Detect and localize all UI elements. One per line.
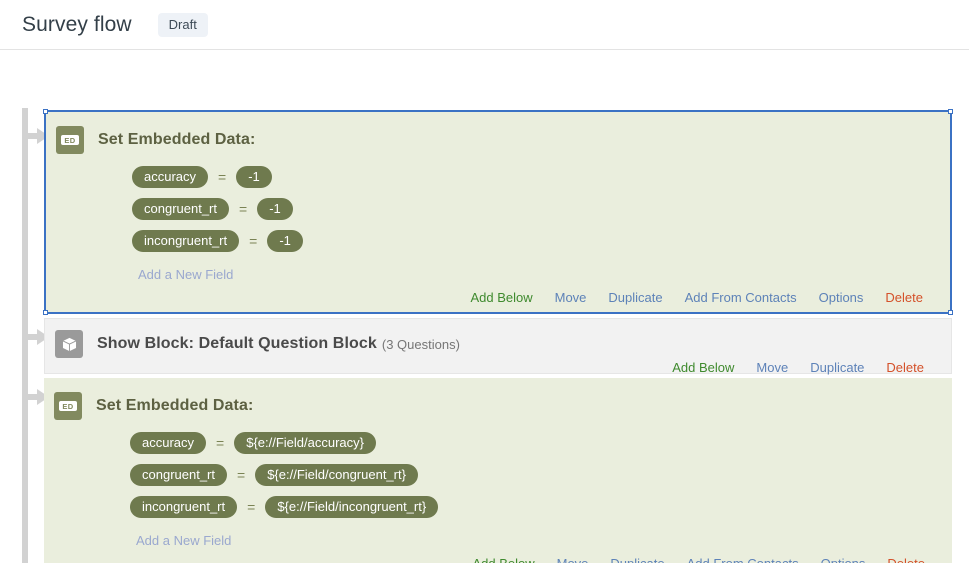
field-value-pill[interactable]: ${e://Field/congruent_rt} <box>255 464 418 486</box>
status-badge: Draft <box>157 12 208 37</box>
ed-icon: ED <box>54 392 82 420</box>
action-add-below[interactable]: Add Below <box>472 556 534 563</box>
action-add-below[interactable]: Add Below <box>470 290 532 305</box>
element-header: ED Set Embedded Data: <box>46 112 950 154</box>
flow-arrow-icon-3 <box>24 389 49 405</box>
page-title: Survey flow <box>22 12 132 36</box>
element-header: Show Block: Default Question Block (3 Qu… <box>45 319 951 358</box>
equals-sign: = <box>247 499 256 515</box>
ed-icon: ED <box>56 126 84 154</box>
equals-sign: = <box>249 233 258 249</box>
action-move[interactable]: Move <box>555 290 587 305</box>
action-add-from-contacts[interactable]: Add From Contacts <box>685 290 797 305</box>
field-name-pill[interactable]: incongruent_rt <box>132 230 240 252</box>
resize-handle-bottom-left[interactable] <box>43 310 48 315</box>
field-value-pill[interactable]: ${e://Field/incongruent_rt} <box>265 496 439 518</box>
element-title: Set Embedded Data: <box>98 131 256 148</box>
equals-sign: = <box>239 201 248 217</box>
action-delete[interactable]: Delete <box>886 360 924 375</box>
action-add-from-contacts[interactable]: Add From Contacts <box>687 556 799 563</box>
embedded-data-field-row[interactable]: accuracy = ${e://Field/accuracy} <box>130 430 952 456</box>
flow-element-embedded-data-1[interactable]: ED Set Embedded Data: accuracy = -1 cong… <box>43 109 953 316</box>
field-value-pill[interactable]: ${e://Field/accuracy} <box>234 432 377 454</box>
element-question-count: (3 Questions) <box>381 336 460 352</box>
field-name-pill[interactable]: congruent_rt <box>132 198 229 220</box>
field-name-pill[interactable]: accuracy <box>130 432 207 454</box>
action-duplicate[interactable]: Duplicate <box>810 360 864 375</box>
cube-icon <box>55 330 83 358</box>
survey-flow-canvas: ED Set Embedded Data: accuracy = -1 cong… <box>0 50 969 563</box>
embedded-data-field-row[interactable]: incongruent_rt = -1 <box>132 228 950 254</box>
embedded-data-field-list: accuracy = ${e://Field/accuracy} congrue… <box>44 420 952 550</box>
element-actions: Add Below Move Duplicate Add From Contac… <box>46 284 950 316</box>
action-duplicate[interactable]: Duplicate <box>610 556 664 563</box>
add-new-field-link[interactable]: Add a New Field <box>138 267 233 282</box>
element-title: Show Block: Default Question Block <box>97 335 377 352</box>
action-move[interactable]: Move <box>756 360 788 375</box>
element-header: ED Set Embedded Data: <box>44 378 952 420</box>
field-value-pill[interactable]: -1 <box>236 166 272 188</box>
equals-sign: = <box>237 467 246 483</box>
page-header: Survey flow Draft <box>0 0 969 50</box>
embedded-data-field-row[interactable]: congruent_rt = ${e://Field/congruent_rt} <box>130 462 952 488</box>
flow-element-embedded-data-2[interactable]: ED Set Embedded Data: accuracy = ${e://F… <box>44 378 952 563</box>
resize-handle-bottom-right[interactable] <box>948 310 953 315</box>
action-move[interactable]: Move <box>557 556 589 563</box>
add-new-field-link[interactable]: Add a New Field <box>136 533 231 548</box>
embedded-data-field-list: accuracy = -1 congruent_rt = -1 incongru… <box>46 154 950 284</box>
element-title: Set Embedded Data: <box>96 397 254 414</box>
action-duplicate[interactable]: Duplicate <box>608 290 662 305</box>
embedded-data-field-row[interactable]: incongruent_rt = ${e://Field/incongruent… <box>130 494 952 520</box>
field-value-pill[interactable]: -1 <box>257 198 293 220</box>
action-delete[interactable]: Delete <box>885 290 923 305</box>
action-options[interactable]: Options <box>821 556 866 563</box>
embedded-data-field-row[interactable]: accuracy = -1 <box>132 164 950 190</box>
field-name-pill[interactable]: accuracy <box>132 166 209 188</box>
action-add-below[interactable]: Add Below <box>672 360 734 375</box>
flow-arrow-icon-1 <box>24 128 49 144</box>
resize-handle-top-left[interactable] <box>43 109 48 114</box>
element-actions: Add Below Move Duplicate Add From Contac… <box>44 550 952 563</box>
flow-element-show-block[interactable]: Show Block: Default Question Block (3 Qu… <box>44 318 952 375</box>
resize-handle-top-right[interactable] <box>948 109 953 114</box>
equals-sign: = <box>218 169 227 185</box>
embedded-data-field-row[interactable]: congruent_rt = -1 <box>132 196 950 222</box>
field-value-pill[interactable]: -1 <box>267 230 303 252</box>
field-name-pill[interactable]: congruent_rt <box>130 464 227 486</box>
field-name-pill[interactable]: incongruent_rt <box>130 496 238 518</box>
action-options[interactable]: Options <box>819 290 864 305</box>
flow-arrow-icon-2 <box>24 329 49 345</box>
action-delete[interactable]: Delete <box>887 556 925 563</box>
equals-sign: = <box>216 435 225 451</box>
